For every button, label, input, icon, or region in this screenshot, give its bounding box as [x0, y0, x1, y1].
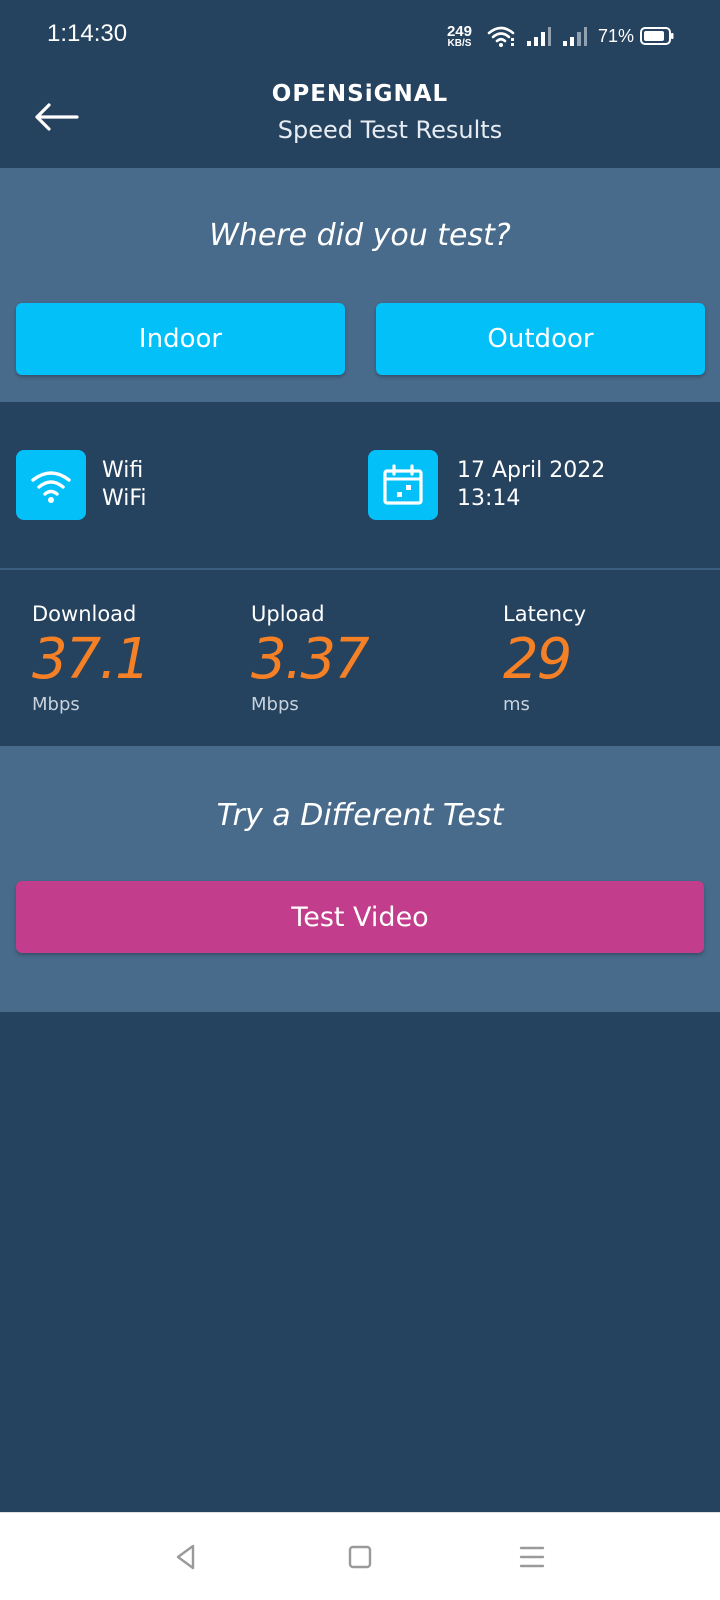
signal-1-icon: [526, 27, 551, 46]
connection-type-label: Wifi: [102, 458, 144, 483]
status-icons: 249 KB/S 71%: [447, 21, 674, 51]
triangle-back-icon: [176, 1544, 195, 1570]
network-speed-unit: KB/S: [447, 37, 472, 49]
outdoor-button[interactable]: Outdoor: [376, 303, 705, 375]
battery-percent: 71%: [597, 25, 634, 46]
signal-2-icon: [562, 27, 587, 46]
nav-recents-button[interactable]: [508, 1533, 556, 1581]
brand-logo: OPENSiGNAL: [271, 81, 449, 107]
connection-name: WiFi: [102, 486, 147, 511]
wifi-icon: [31, 471, 71, 503]
system-nav-bar: [0, 1512, 720, 1600]
calendar-icon: [383, 464, 423, 505]
download-unit: Mbps: [32, 694, 80, 715]
test-datetime: 17 April 2022 13:14: [457, 457, 605, 513]
latency-stat: Latency 29 ms: [503, 602, 586, 715]
other-tests-section: Try a Different Test Test Video: [0, 746, 720, 1012]
status-time: 1:14:30: [47, 20, 128, 47]
download-label: Download: [32, 602, 137, 626]
download-value: 37.1: [32, 627, 151, 692]
latency-label: Latency: [503, 602, 587, 626]
wifi-icon-tile: [16, 450, 86, 520]
status-bar: 1:14:30 249 KB/S 71%: [0, 0, 720, 72]
upload-unit: Mbps: [251, 694, 299, 715]
nav-back-button[interactable]: [162, 1533, 210, 1581]
indoor-button[interactable]: Indoor: [16, 303, 345, 375]
location-section: Where did you test? Indoor Outdoor: [0, 168, 720, 402]
latency-unit: ms: [503, 694, 530, 715]
other-tests-title: Try a Different Test: [216, 798, 504, 833]
network-speed: 249 KB/S: [447, 24, 472, 49]
latency-value: 29: [503, 627, 572, 692]
network-speed-value: 249: [446, 22, 472, 40]
square-home-icon: [348, 1545, 372, 1569]
app-header: OPENSiGNAL Speed Test Results: [0, 72, 720, 168]
connection-type: Wifi WiFi: [102, 457, 147, 513]
results-section: Download 37.1 Mbps Upload 3.37 Mbps Late…: [0, 570, 720, 746]
upload-stat: Upload 3.37 Mbps: [251, 602, 370, 715]
battery-icon: [640, 27, 674, 45]
calendar-icon-tile: [368, 450, 438, 520]
connection-info-section: Wifi WiFi 17 April 2022 13:14: [0, 402, 720, 570]
menu-lines-icon: [519, 1546, 545, 1568]
location-question: Where did you test?: [209, 218, 511, 253]
nav-home-button[interactable]: [336, 1533, 384, 1581]
download-stat: Download 37.1 Mbps: [32, 602, 151, 715]
upload-value: 3.37: [251, 627, 370, 692]
test-date: 17 April 2022: [457, 458, 606, 483]
page-title: Speed Test Results: [277, 116, 503, 144]
test-video-button[interactable]: Test Video: [16, 881, 704, 953]
upload-label: Upload: [251, 602, 325, 626]
wifi-status-icon: [487, 26, 515, 47]
test-time: 13:14: [457, 486, 521, 511]
